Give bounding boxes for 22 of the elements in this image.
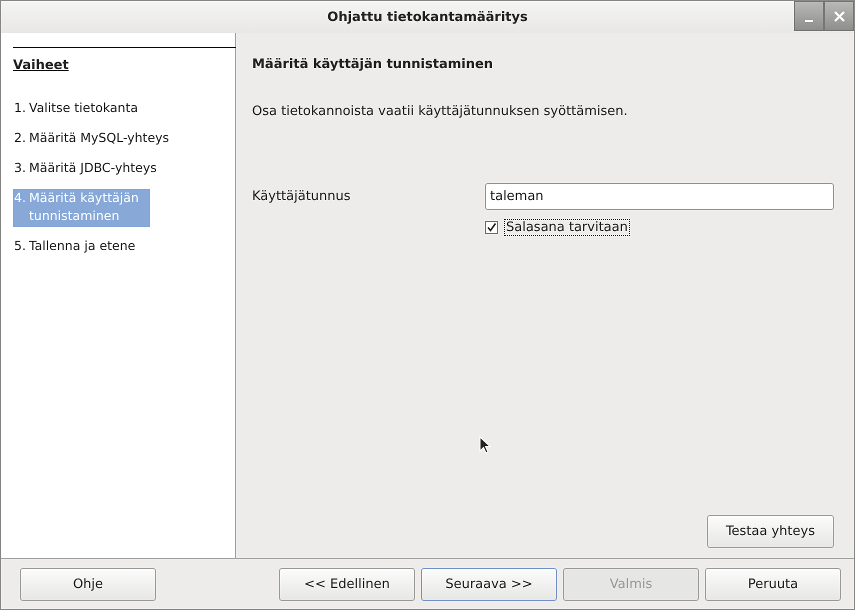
username-field[interactable]: taleman bbox=[485, 183, 834, 210]
step-item[interactable]: 5. Tallenna ja etene bbox=[13, 237, 150, 257]
step-item[interactable]: 2. Määritä MySQL-yhteys bbox=[13, 129, 170, 149]
step-item[interactable]: 3. Määritä JDBC-yhteys bbox=[13, 159, 157, 179]
test-connection-button[interactable]: Testaa yhteys bbox=[706, 515, 834, 548]
minimize-button[interactable] bbox=[794, 1, 824, 31]
dialog-button[interactable]: Ohje bbox=[20, 568, 156, 600]
dialog-button[interactable]: Peruuta bbox=[705, 568, 841, 600]
close-icon bbox=[834, 10, 844, 22]
window-title: Ohjattu tietokantamääritys bbox=[327, 10, 528, 24]
checkbox[interactable] bbox=[485, 221, 498, 234]
step-item[interactable]: 1. Valitse tietokanta bbox=[13, 99, 150, 119]
close-button[interactable] bbox=[824, 1, 854, 31]
page-title: Määritä käyttäjän tunnistaminen bbox=[252, 57, 494, 72]
checkbox-label[interactable]: Salasana tarvitaan bbox=[504, 219, 630, 236]
username-label: Käyttäjätunnus bbox=[252, 189, 352, 204]
mouse-pointer-icon bbox=[479, 436, 491, 454]
steps-heading: Vaiheet bbox=[13, 58, 69, 73]
minimize-icon bbox=[805, 20, 813, 22]
dialog-button[interactable]: << Edellinen bbox=[279, 568, 415, 600]
dialog-button[interactable]: Seuraava >> bbox=[421, 568, 557, 600]
description-text: Osa tietokannoista vaatii käyttäjätunnuksen syöttämisen. bbox=[252, 104, 628, 119]
